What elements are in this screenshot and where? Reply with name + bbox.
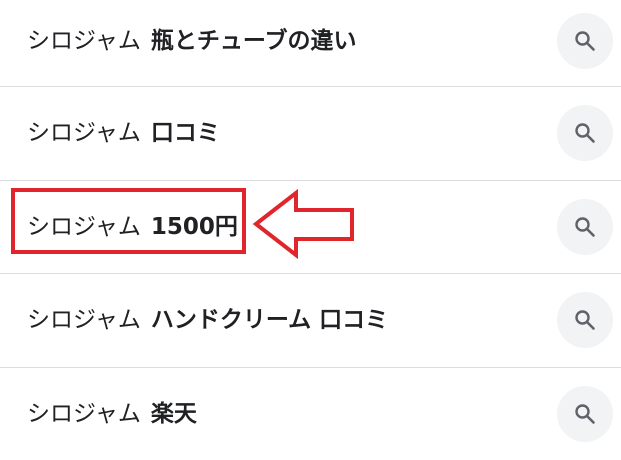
search-button[interactable] [557,198,613,255]
suggestion-suffix: ハンドクリーム 口コミ [150,306,389,333]
search-button[interactable] [557,12,613,69]
search-button[interactable] [557,291,613,348]
search-button[interactable] [557,385,613,442]
suggestion-row[interactable]: シロジャム ハンドクリーム 口コミ [0,273,621,366]
suggestion-text: シロジャム ハンドクリーム 口コミ [27,305,388,335]
suggestion-text: シロジャム 楽天 [27,399,197,429]
search-icon [575,403,595,424]
left-arrow-icon [252,188,354,260]
search-button[interactable] [557,104,613,161]
suggestion-prefix: シロジャム [27,400,141,427]
search-icon [575,122,595,143]
suggestion-suffix: 瓶とチューブの違い [150,27,357,54]
suggestion-suffix: 口コミ [150,119,220,146]
suggestion-suffix: 楽天 [150,400,197,427]
search-icon [575,309,595,330]
suggestion-prefix: シロジャム [27,27,141,54]
suggestion-text: シロジャム 口コミ [27,118,220,148]
search-icon [575,30,595,51]
suggestion-row[interactable]: シロジャム 口コミ [0,86,621,179]
suggestion-prefix: シロジャム [27,119,141,146]
suggestion-row[interactable]: シロジャム 瓶とチューブの違い [0,0,621,87]
suggestion-row[interactable]: シロジャム 楽天 [0,367,621,460]
suggestion-prefix: シロジャム [27,306,141,333]
highlight-box [11,188,246,254]
search-icon [575,216,595,237]
suggestion-text: シロジャム 瓶とチューブの違い [27,26,356,56]
